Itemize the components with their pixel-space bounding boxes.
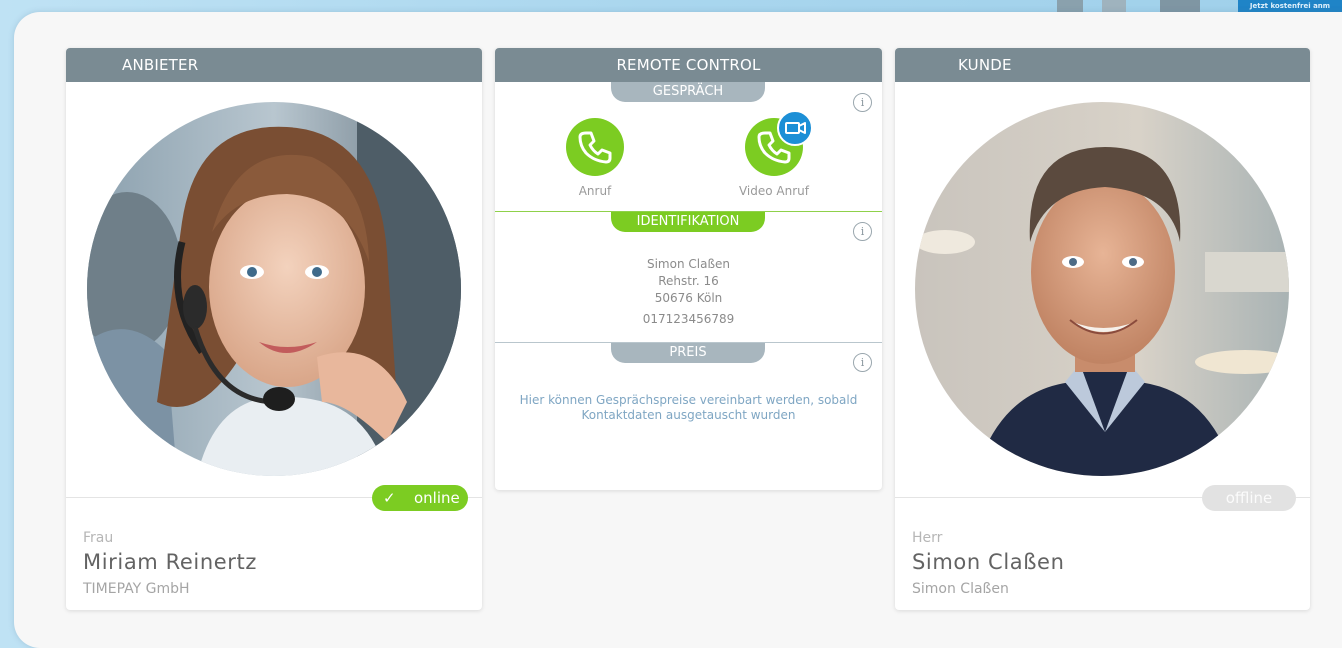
customer-header-label: KUNDE: [958, 56, 1012, 74]
call-button[interactable]: [566, 118, 624, 176]
provider-status-badge: ✓ online: [372, 485, 468, 511]
customer-company: Simon Claßen: [912, 581, 1009, 597]
identification-info-icon[interactable]: i: [853, 222, 872, 241]
banner-block: [1160, 0, 1200, 12]
customer-header: KUNDE: [895, 48, 1310, 82]
price-description-line1: Hier können Gesprächspreise vereinbart w…: [519, 393, 858, 407]
provider-header-label: ANBIETER: [122, 56, 199, 74]
remote-control-header-label: REMOTE CONTROL: [616, 56, 761, 74]
identification-city: 50676 Köln: [654, 291, 723, 305]
customer-card: KUNDE offline Herr Simon Claßen Simon Cl…: [895, 48, 1310, 610]
call-label: Anruf: [578, 184, 612, 198]
price-info-icon[interactable]: i: [853, 353, 872, 372]
provider-status-label: online: [414, 489, 460, 507]
session-panel: ANBIETER ✓ online Frau Miriam Reinertz T…: [14, 12, 1342, 648]
customer-name: Simon Claßen: [912, 550, 1065, 574]
identification-section-pill: IDENTIFIKATION: [611, 212, 765, 232]
checkmark-icon: ✓: [383, 489, 396, 507]
signup-banner[interactable]: Jetzt kostenfrei anm: [1238, 0, 1342, 12]
video-camera-icon: [777, 110, 813, 146]
customer-status-badge: offline: [1202, 485, 1296, 511]
price-description-line2: Kontaktdaten ausgetauscht wurden: [581, 408, 796, 422]
customer-salutation: Herr: [912, 530, 943, 546]
provider-company: TIMEPAY GmbH: [83, 581, 190, 597]
provider-card: ANBIETER ✓ online Frau Miriam Reinertz T…: [66, 48, 482, 610]
remote-control-card: REMOTE CONTROL GESPRÄCH i Anruf Video An…: [495, 48, 882, 490]
price-section-pill: PREIS: [611, 343, 765, 363]
provider-name: Miriam Reinertz: [83, 550, 257, 574]
identification-name: Simon Claßen: [646, 257, 730, 271]
video-call-label: Video Anruf: [738, 184, 809, 198]
provider-salutation: Frau: [83, 530, 114, 546]
identification-street: Rehstr. 16: [658, 274, 719, 288]
call-section-pill: GESPRÄCH: [611, 82, 765, 102]
provider-header: ANBIETER: [66, 48, 482, 82]
call-info-icon[interactable]: i: [853, 93, 872, 112]
phone-icon: [578, 131, 612, 164]
provider-avatar: [87, 102, 461, 476]
remote-control-header: REMOTE CONTROL: [495, 48, 882, 82]
customer-avatar: [915, 102, 1289, 476]
identification-phone: 017123456789: [642, 312, 735, 326]
banner-block: [1057, 0, 1083, 12]
banner-block: [1102, 0, 1126, 12]
